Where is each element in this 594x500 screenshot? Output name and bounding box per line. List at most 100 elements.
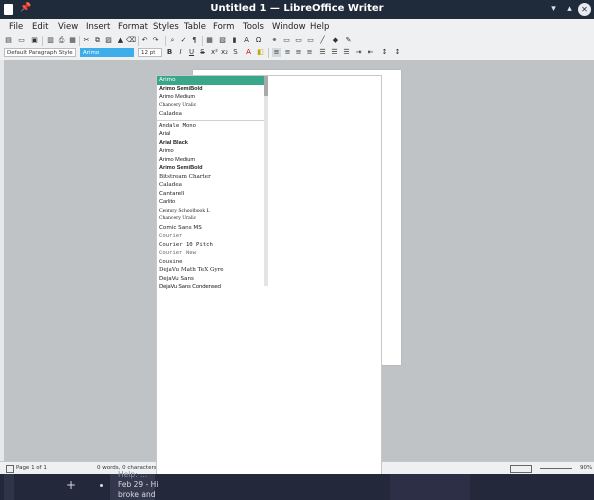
increase-indent-icon[interactable]: ⇥: [354, 48, 363, 57]
close-icon[interactable]: ✕: [578, 3, 591, 16]
insert-chart-icon[interactable]: ▮: [230, 36, 239, 45]
hyperlink-icon[interactable]: ⚭: [270, 36, 279, 45]
font-option[interactable]: Arial Black: [157, 139, 265, 148]
menu-tools[interactable]: Tools: [243, 22, 264, 32]
strikethrough-icon[interactable]: S: [198, 48, 207, 57]
font-option-recent[interactable]: Chancery Uralic: [157, 102, 265, 111]
menu-view[interactable]: View: [58, 22, 78, 32]
font-option[interactable]: Andale Mono: [157, 122, 265, 131]
clear-formatting-icon[interactable]: ⌫: [126, 36, 136, 45]
superscript-icon[interactable]: x²: [210, 48, 219, 57]
print-preview-icon[interactable]: ▦: [68, 36, 77, 45]
font-option[interactable]: Cantarell: [157, 190, 265, 199]
font-option[interactable]: Arimo: [157, 147, 265, 156]
font-size-combo[interactable]: 12 pt: [138, 48, 162, 57]
comment-icon[interactable]: ▭: [294, 36, 303, 45]
find-replace-icon[interactable]: ⌕: [168, 36, 177, 45]
export-pdf-icon[interactable]: ▥: [46, 36, 55, 45]
footnote-icon[interactable]: ▭: [282, 36, 291, 45]
formatting-marks-icon[interactable]: ¶: [190, 36, 199, 45]
print-icon[interactable]: ⎙: [57, 36, 66, 45]
highlight-icon[interactable]: ◧: [256, 48, 265, 57]
draw-functions-icon[interactable]: ✎: [344, 36, 353, 45]
font-list-scrollbar[interactable]: [264, 76, 268, 286]
zoom-level[interactable]: 90%: [580, 465, 592, 471]
font-option[interactable]: DejaVu Sans Condensed: [157, 283, 265, 292]
paragraph-spacing-icon[interactable]: ↕: [393, 48, 402, 57]
track-changes-icon[interactable]: ▭: [306, 36, 315, 45]
font-option[interactable]: Courier: [157, 232, 265, 241]
open-icon[interactable]: ▭: [17, 36, 26, 45]
insert-special-char-icon[interactable]: Ω: [254, 36, 263, 45]
copy-icon[interactable]: ⧉: [93, 36, 102, 45]
spelling-icon[interactable]: ✓: [179, 36, 188, 45]
align-right-icon[interactable]: ≡: [294, 48, 303, 57]
menu-format[interactable]: Format: [118, 22, 148, 32]
font-option-recent[interactable]: Arimo SemiBold: [157, 85, 265, 94]
outline-icon[interactable]: ☰: [342, 48, 351, 57]
paragraph-style-combo[interactable]: Default Paragraph Style: [4, 48, 76, 57]
paste-icon[interactable]: ▨: [104, 36, 113, 45]
font-option[interactable]: Cousine: [157, 258, 265, 267]
italic-icon[interactable]: I: [176, 48, 185, 57]
add-icon[interactable]: +: [66, 478, 76, 492]
menu-table[interactable]: Table: [184, 22, 206, 32]
notification-preview[interactable]: Help: ... Feb 29 - Hi broke and: [110, 470, 159, 500]
line-icon[interactable]: ╱: [318, 36, 327, 45]
font-option[interactable]: Courier New: [157, 249, 265, 258]
font-option[interactable]: DejaVu Math TeX Gyre: [157, 266, 265, 275]
taskbar-item[interactable]: [390, 474, 470, 500]
font-option-recent[interactable]: Arimo: [157, 76, 265, 85]
font-option[interactable]: Chancery Uralic: [157, 215, 265, 224]
shadow-icon[interactable]: S: [231, 48, 240, 57]
menu-form[interactable]: Form: [213, 22, 234, 32]
font-option[interactable]: Arimo SemiBold: [157, 164, 265, 173]
decrease-indent-icon[interactable]: ⇤: [366, 48, 375, 57]
align-center-icon[interactable]: ≡: [283, 48, 292, 57]
font-option[interactable]: Arimo Medium: [157, 156, 265, 165]
undo-icon[interactable]: ↶: [140, 36, 149, 45]
numbering-icon[interactable]: ☰: [330, 48, 339, 57]
menu-window[interactable]: Window: [272, 22, 306, 32]
menu-help[interactable]: Help: [310, 22, 329, 32]
shapes-icon[interactable]: ◆: [331, 36, 340, 45]
menu-styles[interactable]: Styles: [153, 22, 179, 32]
subscript-icon[interactable]: x₂: [220, 48, 229, 57]
menu-insert[interactable]: Insert: [86, 22, 110, 32]
scrollbar-thumb[interactable]: [264, 76, 268, 96]
font-option[interactable]: Comic Sans MS: [157, 224, 265, 233]
menu-file[interactable]: File: [9, 22, 23, 32]
new-document-icon[interactable]: ▤: [4, 36, 13, 45]
clone-formatting-icon[interactable]: ▲: [116, 36, 125, 45]
redo-icon[interactable]: ↷: [151, 36, 160, 45]
justify-icon[interactable]: ≡: [305, 48, 314, 57]
font-option[interactable]: Bitstream Charter: [157, 173, 265, 182]
bullets-icon[interactable]: ☰: [318, 48, 327, 57]
underline-icon[interactable]: U: [187, 48, 196, 57]
font-option-recent[interactable]: Arimo Medium: [157, 93, 265, 102]
zoom-slider[interactable]: [540, 468, 572, 469]
font-option[interactable]: Courier 10 Pitch: [157, 241, 265, 250]
maximize-icon[interactable]: ▴: [563, 3, 576, 16]
font-option[interactable]: Carlito: [157, 198, 265, 207]
menu-edit[interactable]: Edit: [32, 22, 48, 32]
line-spacing-icon[interactable]: ↕: [380, 48, 389, 57]
font-option[interactable]: Century Schoolbook L: [157, 207, 265, 216]
font-option[interactable]: Arial: [157, 130, 265, 139]
view-layout-icon[interactable]: [510, 465, 532, 473]
align-left-icon[interactable]: ≡: [272, 48, 281, 57]
insert-table-icon[interactable]: ▦: [205, 36, 214, 45]
font-color-icon[interactable]: A: [244, 48, 253, 57]
cut-icon[interactable]: ✂: [82, 36, 91, 45]
font-option-recent[interactable]: Caladea: [157, 110, 265, 119]
insert-image-icon[interactable]: ▧: [218, 36, 227, 45]
font-option[interactable]: Caladea: [157, 181, 265, 190]
font-name-combo[interactable]: Arimo: [80, 48, 134, 57]
font-option[interactable]: DejaVu Sans: [157, 275, 265, 284]
minimize-icon[interactable]: ▾: [547, 3, 560, 16]
insert-textbox-icon[interactable]: A: [242, 36, 251, 45]
taskbar-edge: [4, 474, 14, 500]
save-icon[interactable]: ▣: [30, 36, 39, 45]
bold-icon[interactable]: B: [165, 48, 174, 57]
notif-line: Feb 29 - Hi: [118, 480, 159, 489]
